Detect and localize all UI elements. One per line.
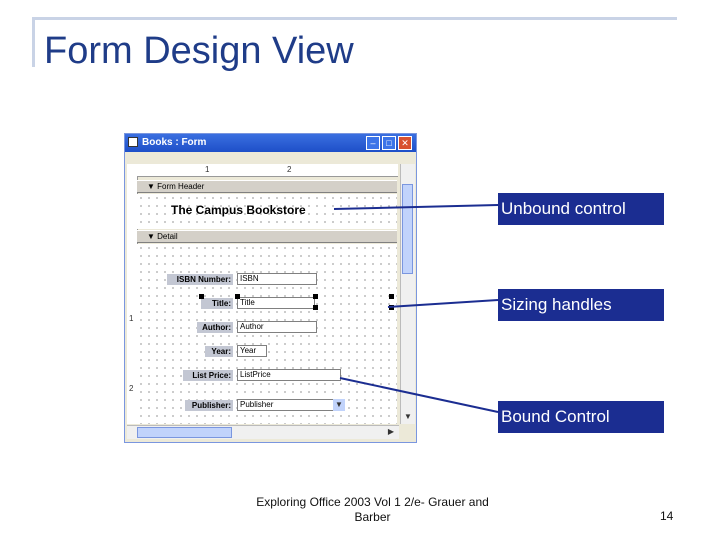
callout-lines <box>333 204 499 413</box>
bound-control-callout: Bound Control <box>498 401 664 433</box>
slide-footer: Exploring Office 2003 Vol 1 2/e- Grauer … <box>256 495 489 524</box>
sizing-handles-callout: Sizing handles <box>498 289 664 321</box>
unbound-pointer-line <box>333 204 499 210</box>
unbound-control-callout: Unbound control <box>498 193 664 225</box>
page-number: 14 <box>660 509 674 523</box>
sizing-pointer-line <box>387 299 499 308</box>
bound-pointer-line <box>339 377 499 413</box>
